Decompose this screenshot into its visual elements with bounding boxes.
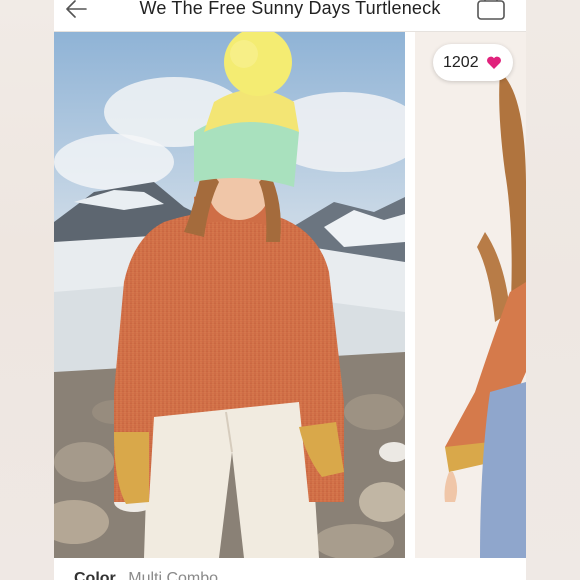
- back-arrow-icon: [66, 0, 87, 18]
- page-title: We The Free Sunny Days Turtleneck: [139, 0, 441, 18]
- color-detail: Color Multi Combo: [74, 570, 218, 580]
- shopping-bag-icon: [477, 0, 505, 20]
- right-backdrop: [526, 0, 580, 580]
- product-photo-image: [54, 32, 405, 558]
- like-button[interactable]: 1202: [433, 44, 513, 81]
- like-count: 1202: [443, 54, 479, 71]
- back-button[interactable]: [64, 0, 90, 22]
- product-photo[interactable]: [54, 32, 405, 558]
- color-value: Multi Combo: [128, 570, 219, 580]
- next-photo-image: [415, 32, 526, 558]
- details-section: Color Multi Combo: [54, 558, 526, 580]
- top-nav-bar: We The Free Sunny Days Turtleneck: [54, 0, 526, 32]
- shopping-bag-button[interactable]: [476, 0, 506, 22]
- listing-screen: We The Free Sunny Days Turtleneck 1202 C…: [54, 0, 526, 580]
- left-backdrop: [0, 0, 54, 580]
- heart-icon: [487, 56, 501, 69]
- color-label: Color: [74, 570, 116, 580]
- next-product-photo[interactable]: [415, 32, 526, 558]
